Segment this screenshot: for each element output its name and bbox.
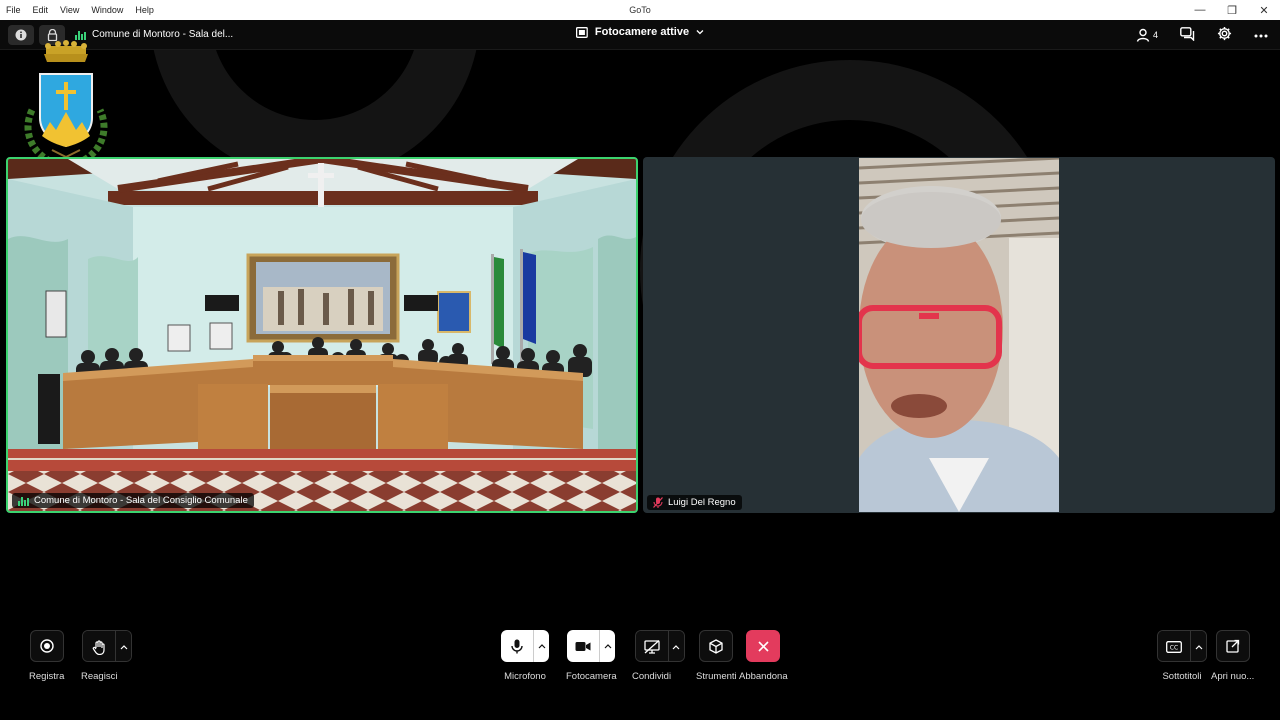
captions-label: Sottotitoli <box>1162 671 1202 682</box>
mic-label: Microfono <box>504 671 546 682</box>
settings-button[interactable] <box>1217 26 1232 44</box>
window-controls: — ❐ ✕ <box>1184 0 1280 20</box>
screen-share-off-icon <box>643 640 660 654</box>
video-tile-participant[interactable]: Luigi Del Regno <box>643 157 1275 513</box>
open-new-control: Apri nuo... <box>1211 630 1254 682</box>
tools-label: Strumenti <box>696 671 737 682</box>
tile-name-text: Comune di Montoro - Sala del Consiglio C… <box>34 495 248 506</box>
meeting-toolbar: Comune di Montoro - Sala del... Fotocame… <box>0 20 1280 50</box>
menu-file[interactable]: File <box>6 5 21 15</box>
lock-icon <box>47 28 57 41</box>
camera-button-group <box>567 630 616 662</box>
menu-help[interactable]: Help <box>135 5 154 15</box>
tile-name-label: Luigi Del Regno <box>647 495 742 510</box>
info-icon <box>15 29 27 40</box>
captions-control: CC Sottotitoli <box>1157 630 1207 682</box>
chevron-up-icon <box>1195 644 1202 649</box>
react-options-button[interactable] <box>115 631 132 661</box>
meeting-title: Comune di Montoro - Sala del... <box>75 29 233 40</box>
captions-button-group: CC <box>1157 630 1207 662</box>
tools-button[interactable] <box>699 630 734 662</box>
camera-view-label: Fotocamere attive <box>594 26 690 38</box>
open-external-icon <box>1226 639 1239 653</box>
council-room-video-feed <box>8 159 636 511</box>
mic-muted-icon <box>653 497 663 508</box>
record-button[interactable] <box>29 630 64 662</box>
record-control: Registra <box>29 630 64 682</box>
audio-level-icon <box>18 496 29 506</box>
close-icon <box>758 640 769 652</box>
window-title: GoTo <box>629 5 651 15</box>
menu-window[interactable]: Window <box>91 5 123 15</box>
comune-coat-of-arms-logo <box>24 40 108 170</box>
hand-icon <box>92 639 105 655</box>
menu-edit[interactable]: Edit <box>33 5 49 15</box>
chat-icon <box>1180 26 1195 42</box>
share-options-button[interactable] <box>667 631 684 661</box>
camera-control: Fotocamera <box>566 630 617 682</box>
share-button-group <box>634 630 685 662</box>
meeting-title-text: Comune di Montoro - Sala del... <box>92 29 234 40</box>
open-new-window-button[interactable] <box>1215 630 1250 662</box>
record-label: Registra <box>29 671 65 682</box>
participants-count: 4 <box>1152 30 1158 40</box>
participants-button[interactable]: 4 <box>1136 28 1158 42</box>
open-new-label: Apri nuo... <box>1211 671 1255 682</box>
participant-video-feed <box>859 158 1059 512</box>
close-window-button[interactable]: ✕ <box>1248 0 1280 20</box>
microphone-icon <box>511 639 523 653</box>
chevron-up-icon <box>120 644 128 649</box>
tools-control: Strumenti <box>696 630 737 682</box>
leave-control: Abbandona <box>739 630 788 682</box>
camera-view-selector[interactable]: Fotocamere attive <box>575 26 704 38</box>
svg-text:CC: CC <box>1170 645 1178 652</box>
goto-meeting-window: File Edit View Window Help GoTo — ❐ ✕ Co… <box>0 0 1280 720</box>
leave-button[interactable] <box>746 630 781 662</box>
camera-options-button[interactable] <box>599 630 616 662</box>
gear-icon <box>1217 26 1232 41</box>
chat-button[interactable] <box>1180 26 1195 44</box>
mic-options-button[interactable] <box>533 630 549 662</box>
camera-grid-icon <box>575 26 588 38</box>
minimize-button[interactable]: — <box>1184 0 1216 20</box>
chevron-up-icon <box>604 643 612 648</box>
react-button-group <box>82 630 133 662</box>
share-label: Condividi <box>632 671 672 682</box>
tile-name-text: Luigi Del Regno <box>668 497 736 508</box>
closed-captions-icon: CC <box>1166 641 1182 653</box>
react-button[interactable] <box>83 631 116 661</box>
captions-button[interactable]: CC <box>1158 631 1190 661</box>
restore-button[interactable]: ❐ <box>1216 0 1248 20</box>
mic-button-group <box>501 630 549 662</box>
camera-button[interactable] <box>567 630 600 662</box>
os-title-bar: File Edit View Window Help GoTo — ❐ ✕ <box>0 0 1280 20</box>
cube-icon <box>709 638 723 654</box>
more-options-button[interactable] <box>1254 30 1268 41</box>
person-icon <box>1136 28 1150 42</box>
chevron-up-icon <box>672 644 680 649</box>
mic-control: Microfono <box>501 630 549 682</box>
mic-button[interactable] <box>501 630 533 662</box>
leave-label: Abbandona <box>739 671 788 682</box>
menu-view[interactable]: View <box>60 5 79 15</box>
captions-options-button[interactable] <box>1190 631 1206 661</box>
video-camera-icon <box>575 641 591 651</box>
chevron-down-icon <box>696 30 704 35</box>
audio-level-icon <box>75 30 86 40</box>
react-label: Reagisci <box>81 671 118 682</box>
share-control: Condividi <box>632 630 687 682</box>
record-icon <box>39 639 54 653</box>
tile-name-label: Comune di Montoro - Sala del Consiglio C… <box>12 493 254 508</box>
camera-label: Fotocamera <box>566 671 617 682</box>
menu-bar: File Edit View Window Help <box>0 5 154 15</box>
share-button[interactable] <box>635 631 668 661</box>
toolbar-right-group: 4 <box>1136 24 1268 46</box>
react-control: Reagisci <box>81 630 133 682</box>
video-tile-council-room[interactable]: Comune di Montoro - Sala del Consiglio C… <box>6 157 638 513</box>
more-horizontal-icon <box>1254 34 1268 37</box>
chevron-up-icon <box>538 643 545 648</box>
